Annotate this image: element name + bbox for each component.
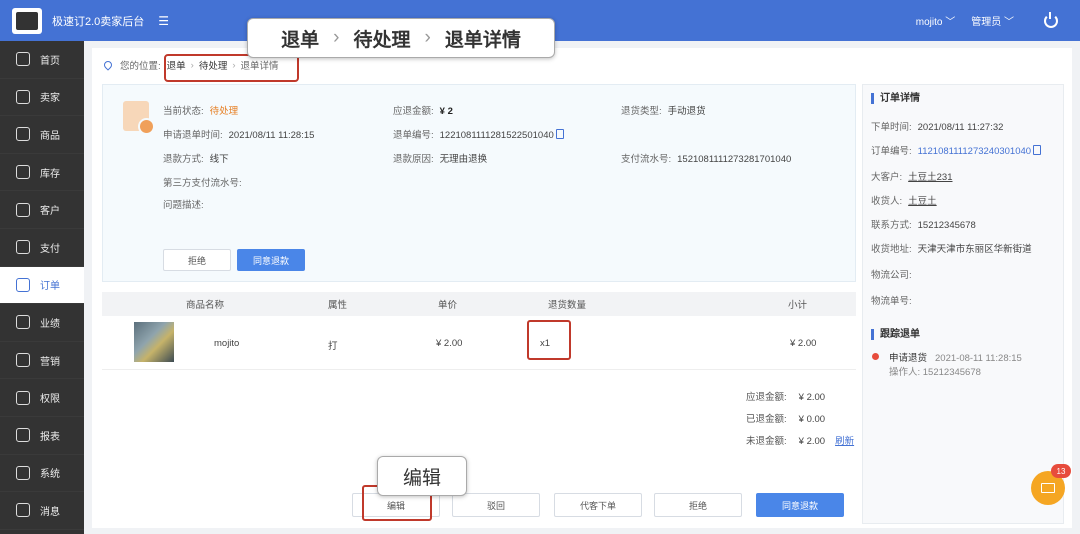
table-row: mojito 打 ¥ 2.00 x1 ¥ 2.00 bbox=[102, 316, 856, 370]
tracking-title: 跟踪退单 bbox=[871, 329, 920, 340]
col-return-qty: 退货数量 bbox=[548, 300, 587, 311]
timeline-operator: 操作人: 15212345678 bbox=[889, 367, 981, 378]
reject-button-bottom[interactable]: 拒绝 bbox=[654, 493, 742, 517]
status-field: 当前状态: 待处理 bbox=[163, 106, 239, 117]
refresh-link[interactable]: 刷新 bbox=[835, 436, 854, 447]
customer-field: 大客户: 土豆土231 bbox=[871, 172, 953, 183]
receiver-field: 收货人: 土豆土 bbox=[871, 196, 937, 207]
sidebar: 首页 卖家 商品 库存 客户 支付 订单 业绩 营销 权限 报表 系统 消息 bbox=[0, 41, 84, 534]
pay-no-field: 支付流水号: 1521081111273281701040 bbox=[621, 154, 792, 165]
sidebar-item-performance[interactable]: 业绩 bbox=[0, 304, 84, 342]
sidebar-item-marketing[interactable]: 营销 bbox=[0, 342, 84, 380]
edit-callout: 编辑 bbox=[377, 456, 467, 496]
product-attribute: 打 bbox=[328, 341, 338, 352]
pending-amount: 未退金额: ¥ 2.00 刷新 bbox=[746, 436, 855, 447]
col-attribute: 属性 bbox=[328, 300, 348, 311]
location-pin-icon bbox=[102, 59, 114, 71]
main-content: 您的位置: 退单 › 待处理 › 退单详情 当前状态: 待处理 申请退单时间: 20… bbox=[92, 18, 1072, 528]
clipboard-icon bbox=[16, 277, 30, 292]
reject-back-button[interactable]: 驳回 bbox=[452, 493, 540, 517]
coin-icon bbox=[16, 240, 30, 255]
issue-desc-field: 问题描述: bbox=[163, 200, 204, 211]
order-detail-title: 订单详情 bbox=[871, 93, 920, 104]
bell-icon bbox=[16, 503, 30, 518]
breadcrumb-highlight-box bbox=[164, 54, 299, 82]
logistics-field: 物流公司: bbox=[871, 270, 912, 281]
sidebar-item-products[interactable]: 商品 bbox=[0, 116, 84, 154]
key-icon bbox=[16, 390, 30, 405]
product-table-header: 商品名称 属性 单价 退货数量 小计 bbox=[102, 292, 856, 316]
third-party-no-field: 第三方支付流水号: bbox=[163, 178, 242, 189]
store-icon bbox=[16, 89, 30, 104]
bag-icon bbox=[16, 127, 30, 142]
copy-icon[interactable] bbox=[555, 129, 564, 139]
app-title: 极速订2.0卖家后台 bbox=[52, 15, 145, 28]
due-amount: 应退金额: ¥ 2.00 bbox=[746, 392, 826, 403]
role-dropdown[interactable]: 管理员 ﹀ bbox=[971, 13, 1014, 28]
order-no-field: 订单编号: 1121081111273240301040 bbox=[871, 143, 1042, 157]
customer-link[interactable]: 土豆土231 bbox=[908, 172, 952, 183]
status-value: 待处理 bbox=[209, 106, 239, 117]
product-name: mojito bbox=[214, 338, 240, 349]
product-price: ¥ 2.00 bbox=[436, 338, 463, 349]
sidebar-item-seller[interactable]: 卖家 bbox=[0, 79, 84, 117]
breadcrumb-callout: 退单 › 待处理 › 退单详情 bbox=[247, 18, 555, 58]
sidebar-item-reports[interactable]: 报表 bbox=[0, 417, 84, 455]
refunded-amount: 已退金额: ¥ 0.00 bbox=[746, 414, 826, 425]
timeline-dot bbox=[872, 353, 879, 360]
copy-icon[interactable] bbox=[1033, 145, 1042, 155]
sidebar-item-system[interactable]: 系统 bbox=[0, 455, 84, 493]
return-type-field: 退货类型: 手动退货 bbox=[621, 106, 706, 117]
approve-refund-button[interactable]: 同意退款 bbox=[237, 249, 305, 271]
contact-field: 联系方式: 15212345678 bbox=[871, 220, 976, 231]
sidebar-item-permissions[interactable]: 权限 bbox=[0, 379, 84, 417]
box-icon bbox=[16, 165, 30, 180]
col-subtotal: 小计 bbox=[788, 300, 808, 311]
row-subtotal: ¥ 2.00 bbox=[790, 338, 817, 349]
receiver-link[interactable]: 土豆土 bbox=[908, 196, 937, 207]
sidebar-item-orders[interactable]: 订单 bbox=[0, 266, 84, 305]
refund-document-icon bbox=[123, 101, 155, 135]
mail-icon bbox=[1041, 483, 1055, 493]
sidebar-item-customers[interactable]: 客户 bbox=[0, 191, 84, 229]
order-time-field: 下单时间: 2021/08/11 11:27:32 bbox=[871, 122, 1004, 133]
address-field: 收货地址: 天津天津市东丽区华新街道 bbox=[871, 244, 1032, 255]
menu-toggle-icon[interactable]: ☰ bbox=[158, 14, 169, 28]
sidebar-item-home[interactable]: 首页 bbox=[0, 41, 84, 79]
timeline-event: 申请退货 2021-08-11 11:28:15 bbox=[889, 353, 1022, 364]
col-unit-price: 单价 bbox=[438, 300, 458, 311]
logout-power-icon[interactable] bbox=[1044, 11, 1058, 28]
report-icon bbox=[16, 428, 30, 443]
refund-no-field: 退单编号: 1221081111281522501040 bbox=[393, 127, 564, 141]
trophy-icon bbox=[16, 315, 30, 330]
reject-button[interactable]: 拒绝 bbox=[163, 249, 231, 271]
order-detail-panel: 订单详情 下单时间: 2021/08/11 11:27:32 订单编号: 11210… bbox=[862, 84, 1064, 524]
refund-info-card: 当前状态: 待处理 申请退单时间: 2021/08/11 11:28:15 退款方式… bbox=[102, 84, 856, 282]
sidebar-item-payment[interactable]: 支付 bbox=[0, 229, 84, 267]
approve-refund-button-bottom[interactable]: 同意退款 bbox=[756, 493, 844, 517]
quantity-highlight-box bbox=[527, 320, 571, 360]
amount-field: 应退金额: ¥ 2 bbox=[393, 106, 453, 117]
gear-icon bbox=[16, 465, 30, 480]
home-icon bbox=[16, 52, 30, 67]
sidebar-item-inventory[interactable]: 库存 bbox=[0, 154, 84, 192]
tracking-no-field: 物流单号: bbox=[871, 296, 912, 307]
sidebar-item-messages[interactable]: 消息 bbox=[0, 492, 84, 530]
gift-icon bbox=[16, 353, 30, 368]
user-icon bbox=[16, 202, 30, 217]
breadcrumb-prefix: 您的位置: bbox=[120, 61, 161, 72]
message-count-badge: 13 bbox=[1051, 464, 1071, 478]
app-logo[interactable] bbox=[12, 7, 42, 34]
refund-reason-field: 退款原因: 无理由退换 bbox=[393, 154, 488, 165]
product-thumbnail bbox=[134, 322, 174, 362]
apply-time-field: 申请退单时间: 2021/08/11 11:28:15 bbox=[163, 130, 315, 141]
col-product-name: 商品名称 bbox=[186, 300, 225, 311]
refund-method-field: 退款方式: 线下 bbox=[163, 154, 229, 165]
proxy-order-button[interactable]: 代客下单 bbox=[554, 493, 642, 517]
user-dropdown[interactable]: mojito ﹀ bbox=[916, 13, 955, 28]
